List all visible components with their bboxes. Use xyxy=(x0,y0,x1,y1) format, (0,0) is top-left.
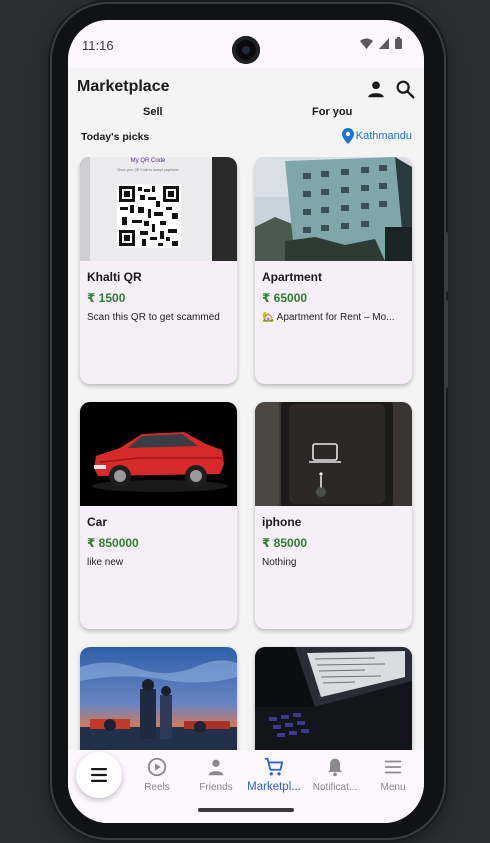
person-icon[interactable] xyxy=(365,78,387,100)
wifi-icon xyxy=(360,38,373,49)
cart-icon xyxy=(264,757,284,776)
hamburger-icon xyxy=(91,768,107,782)
person-icon xyxy=(208,759,224,776)
tab-bar: Sell For you xyxy=(68,106,424,128)
listing-description: Scan this QR to get scammed xyxy=(87,312,220,323)
listing-card[interactable] xyxy=(80,647,237,750)
nav-label: Menu xyxy=(380,782,406,793)
listing-card[interactable] xyxy=(255,647,412,750)
nav-label: Friends xyxy=(199,782,233,793)
tab-for-you[interactable]: For you xyxy=(312,106,352,118)
nav-label: Reels xyxy=(144,782,170,793)
nav-item-notifications[interactable]: Notificat... xyxy=(306,756,364,793)
signal-icon xyxy=(379,37,389,49)
listing-card[interactable]: Car ₹ 850000 like new xyxy=(80,402,237,629)
listing-price: ₹ 65000 xyxy=(262,291,308,305)
listing-title: Apartment xyxy=(262,270,323,284)
listing-card[interactable]: iphone ₹ 85000 Nothing xyxy=(255,402,412,629)
home-indicator[interactable] xyxy=(198,808,294,812)
listing-description: like new xyxy=(87,557,124,568)
listing-card[interactable]: Apartment ₹ 65000 🏡 Apartment for Rent –… xyxy=(255,157,412,384)
status-icons xyxy=(360,37,402,49)
listing-description: 🏡 Apartment for Rent – Mo... xyxy=(262,312,395,323)
listing-image xyxy=(255,157,412,261)
nav-item-reels[interactable]: Reels xyxy=(128,756,186,793)
status-bar: 11:16 xyxy=(68,20,424,68)
tab-sell[interactable]: Sell xyxy=(143,106,163,118)
page-title: Marketplace xyxy=(77,78,170,95)
section-title: Today's picks xyxy=(81,131,150,143)
listing-title: Car xyxy=(87,515,108,529)
listing-image xyxy=(255,402,412,506)
listing-card[interactable]: My QR Code Show your QR Code to accept p… xyxy=(80,157,237,384)
listing-price: ₹ 1500 xyxy=(87,291,126,305)
nav-item-menu[interactable]: Menu xyxy=(364,756,422,793)
status-time: 11:16 xyxy=(82,38,114,53)
listing-price: ₹ 850000 xyxy=(87,536,139,550)
location-selector[interactable]: Kathmandu xyxy=(341,128,412,144)
location-pin-icon xyxy=(341,128,354,144)
listing-title: Khalti QR xyxy=(87,270,142,284)
bell-icon xyxy=(328,758,342,777)
listing-image xyxy=(80,402,237,506)
nav-item-marketplace[interactable]: Marketpl... xyxy=(245,756,303,793)
location-label: Kathmandu xyxy=(355,130,412,142)
nav-label: Marketpl... xyxy=(247,781,301,793)
nav-item-friends[interactable]: Friends xyxy=(187,756,245,793)
hamburger-icon xyxy=(384,760,402,774)
listing-image xyxy=(80,647,237,750)
nav-label: Notificat... xyxy=(312,782,358,793)
qr-code-heading: My QR Code xyxy=(131,158,166,164)
battery-icon xyxy=(395,37,402,49)
listing-image: My QR Code Show your QR Code to accept p… xyxy=(80,157,237,261)
section-header: Today's picks Kathmandu xyxy=(68,128,424,150)
listing-price: ₹ 85000 xyxy=(262,536,308,550)
volume-button xyxy=(444,232,448,292)
listing-title: iphone xyxy=(262,515,302,529)
qr-code-caption: Show your QR Code to accept payments xyxy=(117,168,179,172)
bottom-navigation: Reels Friends Marketpl... Notificat... M… xyxy=(68,750,424,823)
qr-code-icon xyxy=(117,184,181,248)
listing-image xyxy=(255,647,412,750)
search-icon[interactable] xyxy=(394,78,416,100)
listing-description: Nothing xyxy=(262,557,297,568)
front-camera xyxy=(232,36,260,64)
menu-fab-button[interactable] xyxy=(76,752,122,798)
power-button xyxy=(444,300,448,388)
play-circle-icon xyxy=(147,757,167,777)
phone-screen: 11:16 Marketplace Sell For you Today's p… xyxy=(68,20,424,823)
listing-grid: My QR Code Show your QR Code to accept p… xyxy=(68,157,424,750)
